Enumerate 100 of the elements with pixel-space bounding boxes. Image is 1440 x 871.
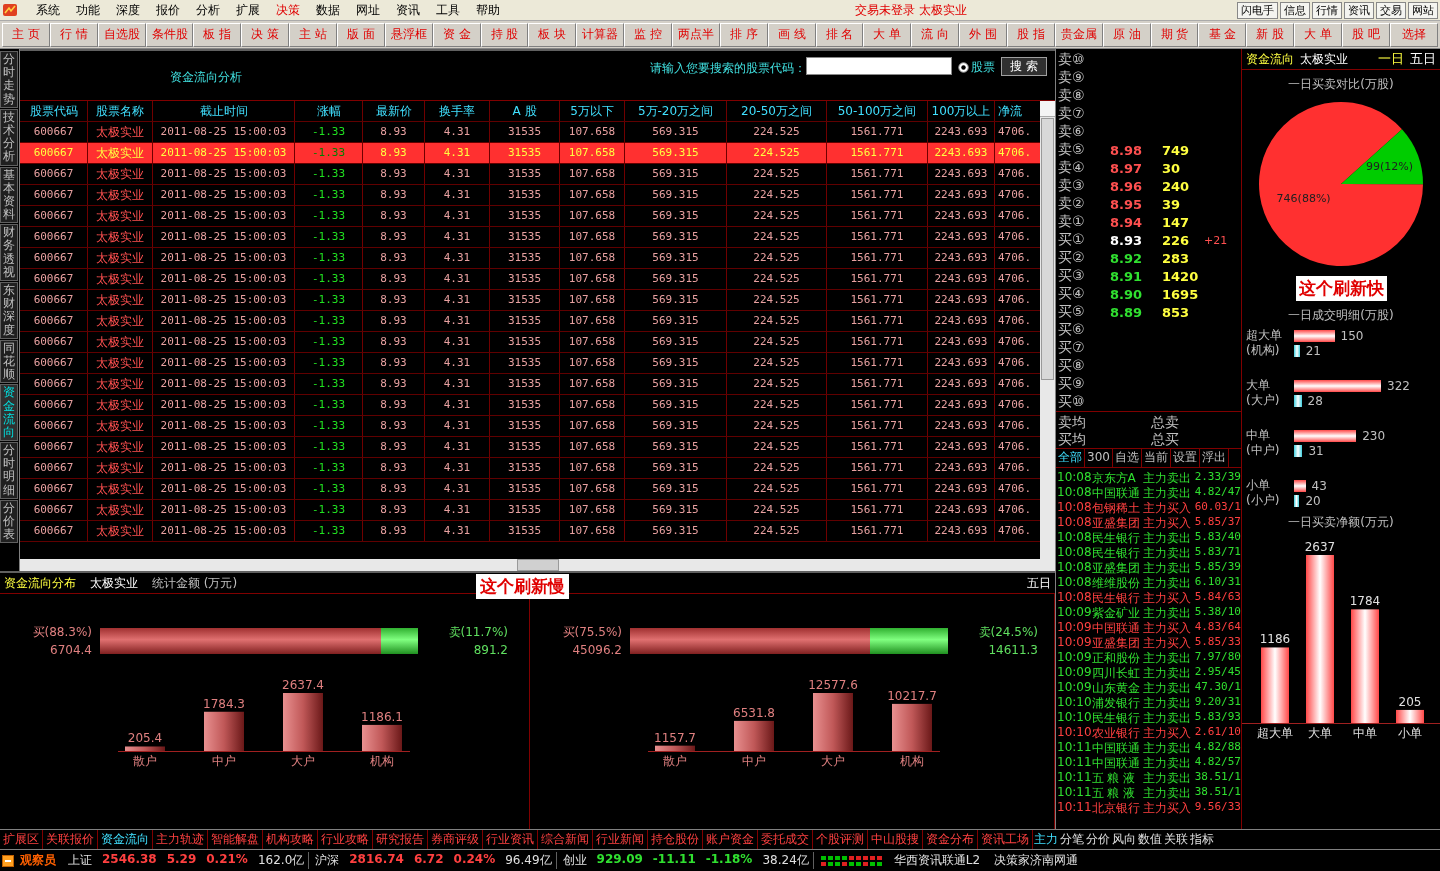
- radio-button[interactable]: 股票: [958, 59, 996, 76]
- filter-tab[interactable]: 浮出: [1199, 449, 1229, 467]
- period-tab[interactable]: 五日: [1410, 50, 1436, 68]
- table-row[interactable]: 600667 太极实业 2011-08-25 15:00:03 -1.33 8.93 4.31 31535 107.658 569.315 224.525 1561.771 2243.693 4706.: [20, 479, 1040, 500]
- menu-item[interactable]: 功能: [68, 1, 108, 19]
- table-cell-text: 4706.: [997, 292, 1033, 308]
- column-header[interactable]: 100万以上: [928, 101, 995, 121]
- filter-tab[interactable]: 自选: [1112, 449, 1142, 467]
- column-header[interactable]: 5万-20万之间: [625, 101, 727, 121]
- column-header[interactable]: 涨幅: [295, 101, 363, 121]
- side-tab[interactable]: 财务透视: [0, 224, 18, 281]
- table-row[interactable]: 600667 太极实业 2011-08-25 15:00:03 -1.33 8.93 4.31 31535 107.658 569.315 224.525 1561.771 2243.693 4706.: [20, 269, 1040, 290]
- table-row[interactable]: 600667 太极实业 2011-08-25 15:00:03 -1.33 8.93 4.31 31535 107.658 569.315 224.525 1561.771 2243.693 4706.: [20, 353, 1040, 374]
- bar-value-label: 43: [1311, 478, 1327, 493]
- table-row[interactable]: 600667 太极实业 2011-08-25 15:00:03 -1.33 8.93 4.31 31535 107.658 569.315 224.525 1561.771 2243.693 4706.: [20, 185, 1040, 206]
- panel-tab[interactable]: 主力: [1033, 830, 1059, 849]
- table-cell: -1.33: [295, 500, 363, 520]
- table-cell: 8.93: [363, 269, 425, 289]
- menu-button[interactable]: 行情: [1312, 1, 1342, 19]
- filter-tab[interactable]: 当前: [1141, 449, 1171, 467]
- table-cell: 2243.693: [928, 458, 995, 478]
- panel-tab[interactable]: 分笔: [1059, 830, 1085, 849]
- filter-tab[interactable]: 300: [1085, 449, 1113, 467]
- menu-item[interactable]: 报价: [148, 1, 188, 19]
- tick-action: 主力卖出: [1143, 740, 1193, 755]
- side-tab[interactable]: 分价表: [0, 499, 18, 544]
- filter-tab[interactable]: 设置: [1170, 449, 1200, 467]
- period-tab[interactable]: 一日: [1378, 50, 1404, 68]
- table-row[interactable]: 600667 太极实业 2011-08-25 15:00:03 -1.33 8.93 4.31 31535 107.658 569.315 224.525 1561.771 2243.693 4706.: [20, 521, 1040, 542]
- menu-button[interactable]: 交易: [1376, 1, 1406, 19]
- menu-button[interactable]: 闪电手: [1237, 1, 1278, 19]
- menu-item[interactable]: 工具: [428, 1, 468, 19]
- side-tab[interactable]: 分时明细: [0, 442, 18, 499]
- menu-item[interactable]: 分析: [188, 1, 228, 19]
- panel-tab[interactable]: 指标: [1189, 830, 1215, 849]
- table-row[interactable]: 600667 太极实业 2011-08-25 15:00:03 -1.33 8.93 4.31 31535 107.658 569.315 224.525 1561.771 2243.693 4706.: [20, 227, 1040, 248]
- menu-item[interactable]: 系统: [28, 1, 68, 19]
- tick-price: 5.85/37: [1194, 515, 1241, 530]
- filter-tab[interactable]: 全部: [1056, 449, 1085, 467]
- table-row[interactable]: 600667 太极实业 2011-08-25 15:00:03 -1.33 8.93 4.31 31535 107.658 569.315 224.525 1561.771 2243.693 4706.: [20, 290, 1040, 311]
- panel-tab[interactable]: 分价: [1085, 830, 1111, 849]
- column-header[interactable]: 最新价: [363, 101, 425, 121]
- column-header[interactable]: 换手率: [425, 101, 490, 121]
- table-row[interactable]: 600667 太极实业 2011-08-25 15:00:03 -1.33 8.93 4.31 31535 107.658 569.315 224.525 1561.771 2243.693 4706.: [20, 500, 1040, 521]
- search-button[interactable]: 搜 索: [1001, 57, 1047, 76]
- table-row[interactable]: 600667 太极实业 2011-08-25 15:00:03 -1.33 8.93 4.31 31535 107.658 569.315 224.525 1561.771 2243.693 4706.: [20, 311, 1040, 332]
- side-tab[interactable]: 资金流向: [0, 384, 18, 442]
- chart-title: 一日买卖对比(万股): [1288, 76, 1394, 93]
- column-header[interactable]: A 股: [490, 101, 560, 121]
- side-tab[interactable]: 基本资料: [0, 166, 18, 224]
- table-row[interactable]: 600667 太极实业 2011-08-25 15:00:03 -1.33 8.93 4.31 31535 107.658 569.315 224.525 1561.771 2243.693 4706.: [20, 458, 1040, 479]
- menu-item[interactable]: 深度: [108, 1, 148, 19]
- panel-tab[interactable]: 风向: [1111, 830, 1137, 849]
- index-change: -11.11: [652, 852, 696, 868]
- bar-value-label: 2637.4: [282, 678, 324, 692]
- tick-action: 主力买入: [1143, 515, 1193, 530]
- tick-time: 10:08: [1056, 590, 1092, 605]
- table-cell: -1.33: [295, 332, 363, 352]
- table-cell: 1561.771: [827, 311, 928, 331]
- menu-button[interactable]: 网站: [1408, 1, 1438, 19]
- category-label: 超大单: [1245, 327, 1283, 344]
- column-header[interactable]: 股票代码: [20, 101, 88, 121]
- column-header[interactable]: 净流: [995, 101, 1040, 121]
- side-tab[interactable]: 分时走势: [0, 51, 18, 108]
- column-header[interactable]: 20-50万之间: [727, 101, 827, 121]
- table-row[interactable]: 600667 太极实业 2011-08-25 15:00:03 -1.33 8.93 4.31 31535 107.658 569.315 224.525 1561.771 2243.693 4706.: [20, 206, 1040, 227]
- menu-item[interactable]: 帮助: [468, 1, 508, 19]
- table-cell: 太极实业: [88, 479, 153, 499]
- column-header[interactable]: 5万以下: [560, 101, 625, 121]
- table-cell: 2011-08-25 15:00:03: [153, 143, 295, 163]
- table-row[interactable]: 600667 太极实业 2011-08-25 15:00:03 -1.33 8.93 4.31 31535 107.658 569.315 224.525 1561.771 2243.693 4706.: [20, 416, 1040, 437]
- price: 8.89: [1110, 304, 1144, 320]
- table-cell: 8.93: [363, 500, 425, 520]
- table-row[interactable]: 600667 太极实业 2011-08-25 15:00:03 -1.33 8.93 4.31 31535 107.658 569.315 224.525 1561.771 2243.693 4706.: [20, 164, 1040, 185]
- side-tab[interactable]: 技术分析: [0, 108, 18, 166]
- summary-label: 总买: [1149, 431, 1180, 448]
- menu-button[interactable]: 信息: [1280, 1, 1310, 19]
- menu-item[interactable]: 网址: [348, 1, 388, 19]
- menu-item[interactable]: 扩展: [228, 1, 268, 19]
- table-row[interactable]: 600667 太极实业 2011-08-25 15:00:03 -1.33 8.93 4.31 31535 107.658 569.315 224.525 1561.771 2243.693 4706.: [20, 395, 1040, 416]
- table-row[interactable]: 600667 太极实业 2011-08-25 15:00:03 -1.33 8.93 4.31 31535 107.658 569.315 224.525 1561.771 2243.693 4706.: [20, 332, 1040, 353]
- menu-item[interactable]: 资讯: [388, 1, 428, 19]
- table-cell: -1.33: [295, 269, 363, 289]
- panel-tab[interactable]: 数值: [1137, 830, 1163, 849]
- table-row[interactable]: 600667 太极实业 2011-08-25 15:00:03 -1.33 8.93 4.31 31535 107.658 569.315 224.525 1561.771 2243.693 4706.: [20, 437, 1040, 458]
- side-tab[interactable]: 同花顺: [0, 339, 18, 384]
- panel-tab[interactable]: 关联: [1163, 830, 1189, 849]
- side-tab[interactable]: 东财深度: [0, 282, 18, 339]
- column-header[interactable]: 股票名称: [88, 101, 153, 121]
- table-row[interactable]: 600667 太极实业 2011-08-25 15:00:03 -1.33 8.93 4.31 31535 107.658 569.315 224.525 1561.771 2243.693 4706.: [20, 374, 1040, 395]
- stock-name: 五 粮 液: [1091, 785, 1137, 800]
- axis-label: 小单: [1398, 726, 1422, 740]
- table-cell-text: 4706.: [997, 229, 1033, 245]
- table-row[interactable]: 600667 太极实业 2011-08-25 15:00:03 -1.33 8.93 4.31 31535 107.658 569.315 224.525 1561.771 2243.693 4706.: [20, 248, 1040, 269]
- menu-item[interactable]: 数据: [308, 1, 348, 19]
- menu-button[interactable]: 资讯: [1344, 1, 1374, 19]
- column-header[interactable]: 50-100万之间: [827, 101, 928, 121]
- column-header[interactable]: 截止时间: [153, 101, 295, 121]
- table-cell-text: 4706.: [997, 439, 1033, 455]
- menu-item[interactable]: 决策: [268, 1, 308, 19]
